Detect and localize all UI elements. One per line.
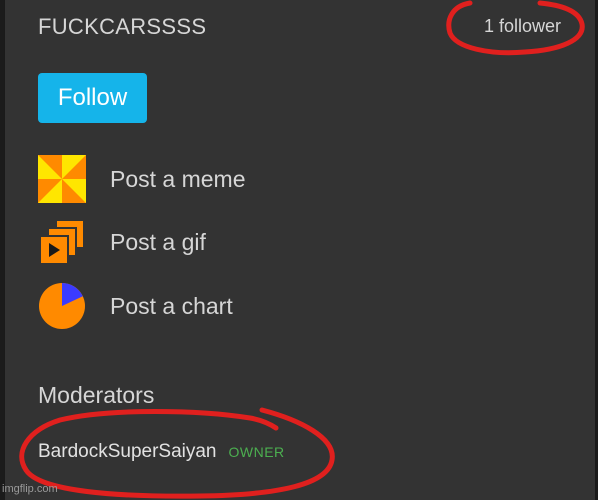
- stream-title[interactable]: FUCKCARSSSS: [38, 14, 206, 40]
- post-gif-link[interactable]: Post a gif: [38, 218, 358, 266]
- meme-pinwheel-icon: [38, 155, 86, 203]
- gif-stack-play-icon: [39, 219, 85, 265]
- pie-chart-icon: [39, 283, 85, 329]
- owner-badge: OWNER: [228, 444, 285, 460]
- post-chart-link[interactable]: Post a chart: [38, 282, 358, 330]
- post-meme-link[interactable]: Post a meme: [38, 155, 358, 203]
- imgflip-watermark: imgflip.com: [2, 483, 58, 495]
- post-chart-label: Post a chart: [110, 292, 233, 319]
- post-meme-label: Post a meme: [110, 165, 246, 192]
- follower-count[interactable]: 1 follower: [484, 16, 561, 37]
- post-gif-label: Post a gif: [110, 228, 206, 255]
- moderators-heading: Moderators: [38, 382, 155, 408]
- follow-button[interactable]: Follow: [38, 73, 147, 123]
- stream-sidebar-panel: FUCKCARSSSS 1 follower Follow Post a mem…: [4, 0, 596, 500]
- moderator-row: BardockSuperSaiyan OWNER: [38, 441, 285, 463]
- moderator-username[interactable]: BardockSuperSaiyan: [38, 441, 217, 463]
